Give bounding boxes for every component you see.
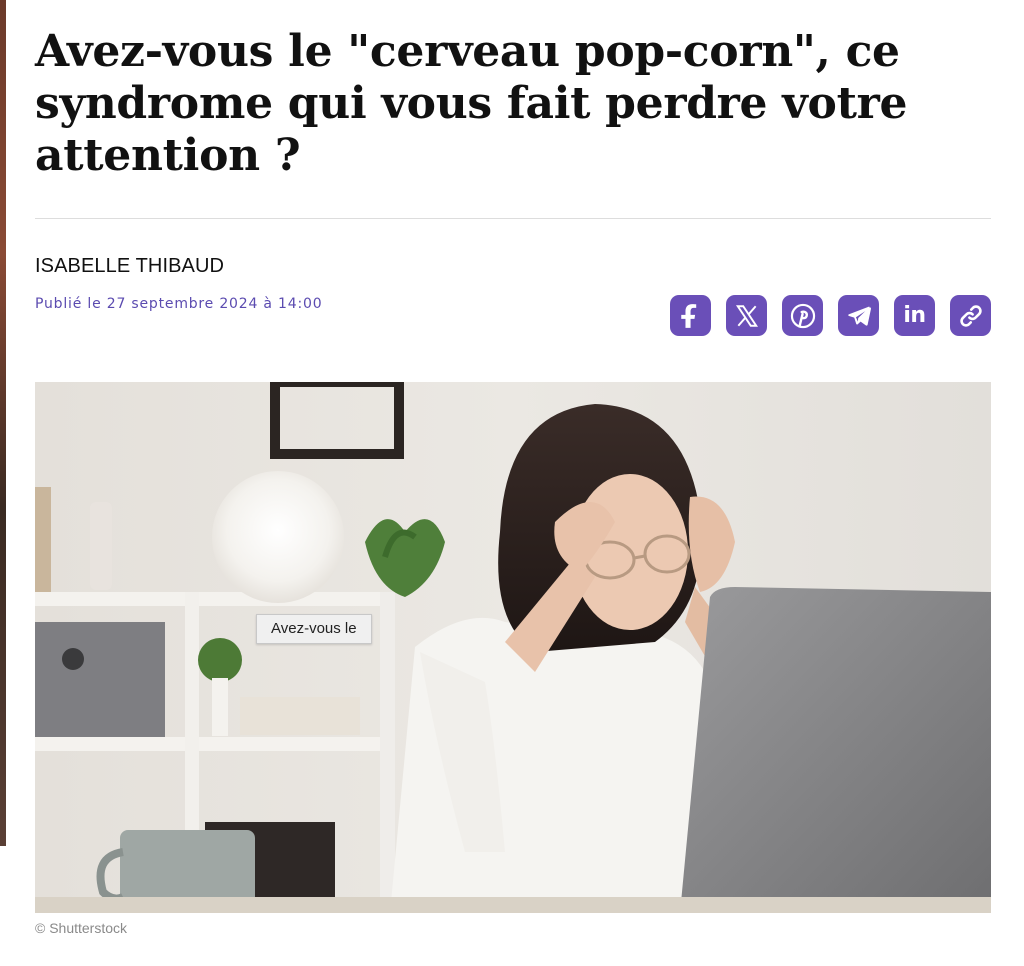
article-hero-image [35,382,991,913]
previous-slide-edge [0,0,6,846]
share-facebook-button[interactable] [670,295,711,336]
share-x-button[interactable] [726,295,767,336]
copy-link-button[interactable] [950,295,991,336]
share-telegram-button[interactable] [838,295,879,336]
share-pinterest-button[interactable] [782,295,823,336]
x-icon [734,303,760,329]
photo-credit: © Shutterstock [35,920,128,936]
share-bar: in [670,295,991,336]
article-headline: Avez-vous le "cerveau pop-corn", ce synd… [35,26,908,181]
share-linkedin-button[interactable]: in [894,295,935,336]
header-divider [35,218,991,219]
link-icon [958,303,984,329]
article-author[interactable]: ISABELLE THIBAUD [35,255,224,278]
telegram-icon [846,303,872,329]
linkedin-icon: in [903,303,926,328]
image-alt-tooltip: Avez-vous le [256,614,372,644]
publish-date: Publié le 27 septembre 2024 à 14:00 [35,296,323,312]
woman-at-laptop-photo [35,382,991,913]
facebook-icon [678,303,704,329]
pinterest-icon [790,303,816,329]
